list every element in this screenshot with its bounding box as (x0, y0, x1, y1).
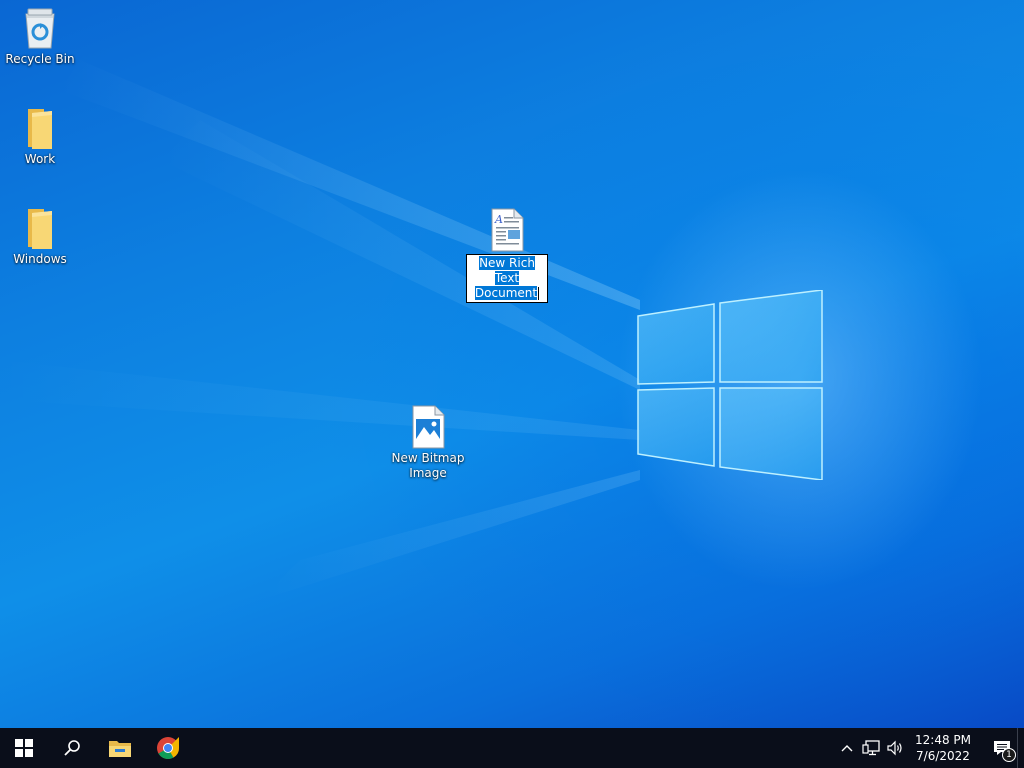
desktop-icon-new-bitmap-image[interactable]: New Bitmap Image (388, 405, 468, 481)
windows-logo-wallpaper (637, 290, 823, 480)
show-desktop-button[interactable] (1017, 728, 1024, 768)
rename-selected-text: Document (474, 286, 538, 300)
desktop-icon-label: Work (24, 152, 56, 166)
search-button[interactable] (48, 728, 96, 768)
taskbar: 12:48 PM 7/6/2022 1 (0, 728, 1024, 768)
volume-button[interactable] (883, 728, 907, 768)
clock[interactable]: 12:48 PM 7/6/2022 (913, 732, 973, 764)
desktop-icon-label: Windows (13, 252, 67, 266)
rename-selected-text: New Rich Text (479, 256, 535, 285)
windows-start-icon (15, 739, 33, 757)
show-hidden-icons-button[interactable] (835, 728, 859, 768)
clock-date: 7/6/2022 (916, 749, 970, 763)
file-explorer-button[interactable] (96, 728, 144, 768)
folder-icon (18, 206, 62, 250)
action-center-button[interactable]: 1 (987, 728, 1017, 768)
desktop-icon-label: Recycle Bin (5, 52, 75, 66)
notification-count-badge: 1 (1002, 748, 1016, 762)
search-icon (64, 740, 80, 756)
text-caret (538, 287, 540, 300)
rich-text-document-icon: A (485, 208, 529, 252)
desktop[interactable]: Recycle Bin Work Windows A New Rich Text… (0, 0, 1024, 728)
chevron-up-icon (841, 745, 853, 752)
chrome-icon (157, 737, 179, 759)
network-icon (862, 740, 880, 756)
recycle-bin-icon (18, 6, 62, 50)
desktop-icon-label: New Bitmap Image (391, 451, 465, 480)
svg-text:A: A (494, 213, 503, 226)
folder-icon (18, 106, 62, 150)
start-button[interactable] (0, 728, 48, 768)
desktop-icon-recycle-bin[interactable]: Recycle Bin (0, 6, 80, 67)
rename-textbox[interactable]: New Rich Text Document (466, 254, 548, 303)
file-explorer-icon (109, 741, 131, 757)
wallpaper-light-beams (0, 60, 640, 600)
desktop-icon-windows[interactable]: Windows (0, 206, 80, 267)
system-tray: 12:48 PM 7/6/2022 1 (835, 728, 1024, 768)
network-button[interactable] (859, 728, 883, 768)
desktop-icon-new-rich-text-document[interactable]: A New Rich Text Document (466, 208, 548, 303)
clock-time: 12:48 PM (915, 733, 971, 747)
speaker-icon (887, 740, 902, 756)
desktop-icon-work[interactable]: Work (0, 106, 80, 167)
chrome-button[interactable] (144, 728, 192, 768)
bitmap-image-icon (406, 405, 450, 449)
